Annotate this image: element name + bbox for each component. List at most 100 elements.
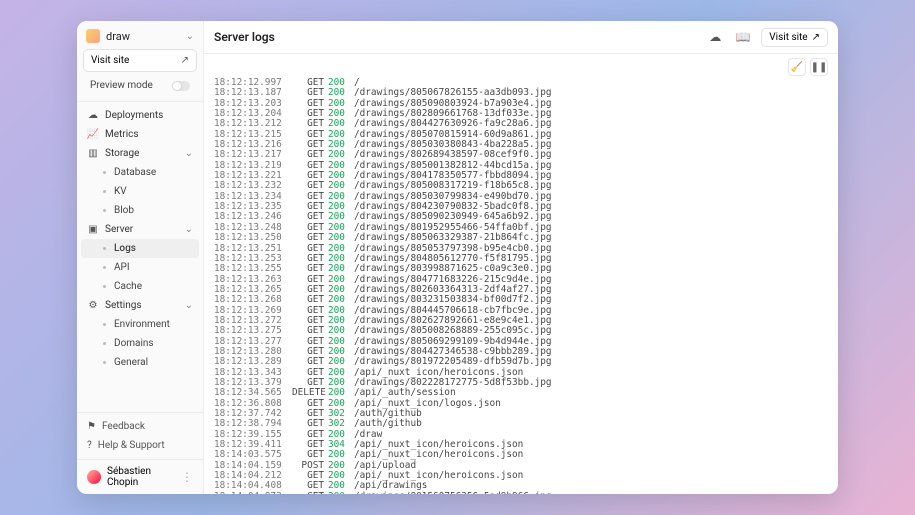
app-window: draw ⌄ Visit site ↗ Preview mode ☁ Deploy…: [77, 21, 838, 494]
log-status: 200: [328, 492, 350, 494]
metrics-icon: 📈: [87, 129, 99, 140]
nav-label: Server: [105, 224, 179, 235]
log-status: 200: [328, 295, 350, 305]
log-method: GET: [292, 233, 324, 243]
nav-item-deployments[interactable]: ☁ Deployments: [77, 106, 203, 125]
log-line: 18:14:04.873 GET 200/drawings/801560756356…: [214, 492, 828, 494]
feedback-link[interactable]: ⚑ Feedback: [77, 417, 203, 436]
nav-sub-label: API: [114, 262, 130, 273]
bullet-icon: [103, 285, 106, 288]
docs-icon[interactable]: 📖: [733, 27, 753, 47]
project-name: draw: [106, 30, 180, 43]
nav-sub-label: Cache: [114, 281, 142, 292]
log-timestamp: 18:12:13.250: [214, 233, 288, 243]
nav-item-storage[interactable]: ▥ Storage ⌄: [77, 144, 203, 163]
page-title: Server logs: [214, 30, 697, 44]
log-status: 200: [328, 264, 350, 274]
log-timestamp: 18:12:13.268: [214, 295, 288, 305]
more-icon[interactable]: ⋮: [181, 470, 193, 484]
log-method: GET: [292, 492, 324, 494]
nav-sub-domains[interactable]: Domains: [77, 334, 203, 353]
nav-sub-label: KV: [114, 186, 127, 197]
log-path: /drawings/803998871625-c0a9c3e0.jpg: [354, 264, 552, 274]
nav-item-settings[interactable]: ⚙ Settings ⌄: [77, 296, 203, 315]
nav-sub-kv[interactable]: KV: [77, 182, 203, 201]
nav-sub-cache[interactable]: Cache: [77, 277, 203, 296]
nav-item-metrics[interactable]: 📈 Metrics: [77, 125, 203, 144]
bullet-icon: [103, 209, 106, 212]
log-status: 200: [328, 233, 350, 243]
nav-sub-logs[interactable]: Logs: [81, 239, 199, 258]
nav-sub-general[interactable]: General: [77, 353, 203, 372]
bullet-icon: [103, 361, 106, 364]
visit-site-label: Visit site: [91, 55, 129, 66]
bullet-icon: [103, 190, 106, 193]
settings-icon: ⚙: [87, 300, 99, 311]
nav-sub-database[interactable]: Database: [77, 163, 203, 182]
user-row[interactable]: Sébastien Chopin ⋮: [77, 459, 203, 494]
preview-mode-toggle[interactable]: [172, 81, 190, 91]
bullet-icon: [103, 266, 106, 269]
nav-sub-blob[interactable]: Blob: [77, 201, 203, 220]
nav-sub-label: Domains: [114, 338, 154, 349]
nav-item-server[interactable]: ▣Server⌄: [77, 220, 203, 239]
nav-label: Deployments: [105, 110, 193, 121]
log-timestamp: 18:12:13.255: [214, 264, 288, 274]
bullet-icon: [103, 247, 106, 250]
server-icon: ▣: [87, 224, 99, 235]
project-selector[interactable]: draw ⌄: [77, 21, 203, 49]
nav-sub-label: Environment: [114, 319, 170, 330]
preview-mode-row: Preview mode: [83, 78, 197, 93]
divider: [77, 101, 203, 102]
log-path: /drawings/805063329387-21b864fc.jpg: [354, 233, 552, 243]
sidebar-nav: ☁ Deployments 📈 Metrics ▥ Storage ⌄ Database KV B…: [77, 104, 203, 412]
chevron-down-icon: ⌄: [186, 31, 194, 42]
nav-sub-label: Blob: [114, 205, 134, 216]
visit-site-btn-label: Visit site: [769, 32, 807, 43]
log-line: 18:12:13.255 GET 200/drawings/803998871625…: [214, 264, 828, 274]
preview-mode-label: Preview mode: [90, 80, 153, 91]
sidebar: draw ⌄ Visit site ↗ Preview mode ☁ Deploy…: [77, 21, 204, 494]
chevron-down-icon: ⌄: [185, 148, 193, 159]
visit-site-button[interactable]: Visit site ↗: [761, 28, 828, 47]
nav-label: Storage: [105, 148, 179, 159]
cloud-icon[interactable]: ☁: [705, 27, 725, 47]
bullet-icon: [103, 171, 106, 174]
project-avatar: [86, 29, 100, 43]
log-output[interactable]: 18:12:12.997GET200/18:12:13.187GET200/dr…: [204, 78, 838, 494]
external-link-icon: ↗: [812, 32, 820, 43]
sidebar-bottom: ⚑ Feedback ? Help & Support: [77, 412, 203, 459]
nav-label: Metrics: [105, 129, 193, 140]
main-panel: Server logs ☁ 📖 Visit site ↗ 🧹 ❚❚ 18:12:…: [204, 21, 838, 494]
nav-sub-label: Logs: [114, 243, 136, 254]
bullet-icon: [103, 342, 106, 345]
pause-logs-button[interactable]: ❚❚: [810, 58, 828, 76]
nav-label: Settings: [105, 300, 179, 311]
nav-sub-api[interactable]: API: [77, 258, 203, 277]
feedback-icon: ⚑: [87, 421, 96, 432]
deploy-icon: ☁: [87, 110, 99, 121]
log-path: /drawings/803231503834-bf00d7f2.jpg: [354, 295, 552, 305]
chevron-down-icon: ⌄: [185, 300, 193, 311]
log-path: /drawings/801560756356-5ad9b966.jpg: [354, 492, 552, 494]
log-method: GET: [292, 295, 324, 305]
storage-icon: ▥: [87, 148, 99, 159]
visit-site-card[interactable]: Visit site ↗: [83, 49, 197, 72]
external-link-icon: ↗: [181, 55, 189, 66]
bullet-icon: [103, 323, 106, 326]
log-line: 18:12:13.268 GET 200/drawings/803231503834…: [214, 295, 828, 305]
user-avatar: [87, 470, 101, 484]
log-line: 18:12:13.250 GET 200/drawings/805063329387…: [214, 233, 828, 243]
user-name: Sébastien Chopin: [107, 466, 175, 488]
clear-logs-button[interactable]: 🧹: [788, 58, 806, 76]
help-icon: ?: [87, 440, 92, 451]
nav-sub-environment[interactable]: Environment: [77, 315, 203, 334]
log-method: GET: [292, 264, 324, 274]
nav-sub-label: General: [114, 357, 148, 368]
help-label: Help & Support: [98, 440, 165, 451]
feedback-label: Feedback: [102, 421, 145, 432]
log-timestamp: 18:14:04.873: [214, 492, 288, 494]
help-link[interactable]: ? Help & Support: [77, 436, 203, 455]
nav-sub-label: Database: [114, 167, 156, 178]
log-toolbar: 🧹 ❚❚: [204, 54, 838, 78]
